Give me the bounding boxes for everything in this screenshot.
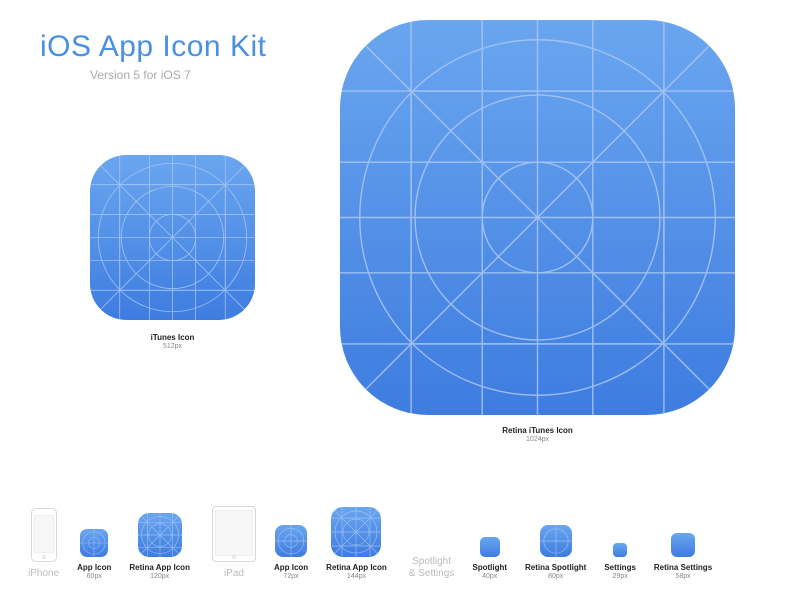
retina-settings-icon (671, 533, 695, 557)
itunes-icon (90, 155, 255, 320)
iphone-app-icon-label: App Icon (77, 563, 111, 572)
itunes-icon-size: 512px (90, 343, 255, 350)
retina-spotlight-icon-size: 80px (548, 573, 563, 580)
iphone-retina-app-icon (138, 513, 182, 557)
spotlight-icon-size: 40px (482, 573, 497, 580)
ipad-app-icon-size: 72px (283, 573, 298, 580)
ipad-retina-app-icon-label: Retina App Icon (326, 563, 387, 572)
iphone-group: iPhone App Icon 60px Retina App Icon 120… (28, 508, 190, 580)
ipad-retina-app-icon (331, 507, 381, 557)
grid-overlay-icon (90, 155, 255, 320)
settings-icon-size: 29px (613, 573, 628, 580)
retina-settings-icon-label: Retina Settings (654, 563, 712, 572)
retina-itunes-icon (340, 20, 735, 415)
spotlight-settings-group: Spotlight & Settings Spotlight 40px Reti… (409, 508, 712, 580)
grid-overlay-icon (340, 20, 735, 415)
ipad-app-icon (275, 525, 307, 557)
iphone-retina-app-icon-label: Retina App Icon (129, 563, 190, 572)
page-subtitle: Version 5 for iOS 7 (90, 68, 191, 82)
ipad-section-label: iPad (224, 568, 244, 580)
spotlight-section-label: Spotlight & Settings (409, 556, 455, 580)
bottom-row: iPhone App Icon 60px Retina App Icon 120… (0, 470, 800, 580)
retina-settings-icon-size: 58px (675, 573, 690, 580)
iphone-app-icon (80, 529, 108, 557)
spotlight-icon-label: Spotlight (472, 563, 507, 572)
iphone-device-icon (31, 508, 57, 562)
iphone-retina-app-icon-size: 120px (150, 573, 169, 580)
spotlight-icon (480, 537, 500, 557)
page-title: iOS App Icon Kit (40, 30, 266, 64)
ipad-app-icon-label: App Icon (274, 563, 308, 572)
retina-spotlight-icon-label: Retina Spotlight (525, 563, 586, 572)
iphone-app-icon-size: 60px (87, 573, 102, 580)
iphone-section-label: iPhone (28, 568, 59, 580)
retina-itunes-icon-label: Retina iTunes Icon (340, 426, 735, 435)
ipad-retina-app-icon-size: 144px (347, 573, 366, 580)
retina-spotlight-icon (540, 525, 572, 557)
settings-icon-label: Settings (604, 563, 636, 572)
retina-itunes-icon-size: 1024px (340, 436, 735, 443)
itunes-icon-label: iTunes Icon (90, 333, 255, 342)
ipad-group: iPad App Icon 72px Retina App Icon 144px (212, 506, 387, 580)
settings-icon (613, 543, 627, 557)
ipad-device-icon (212, 506, 256, 562)
